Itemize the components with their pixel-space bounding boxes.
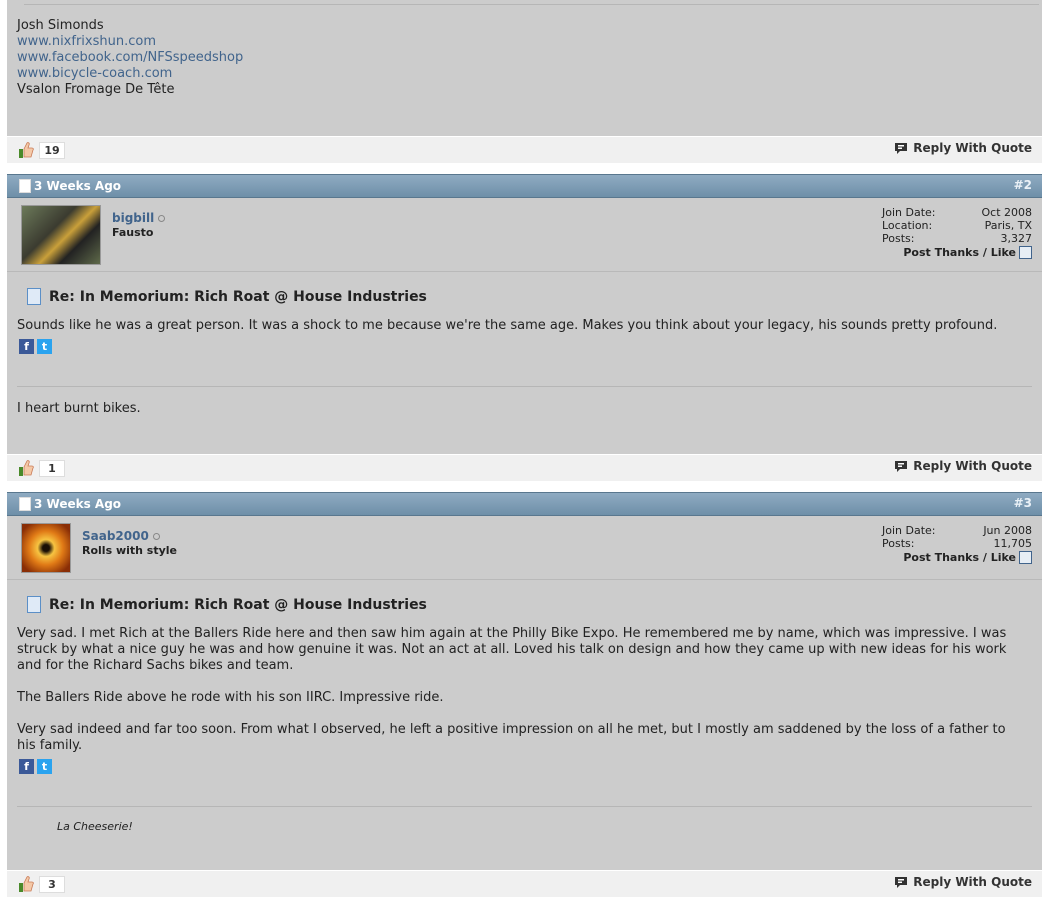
post-3-footer: 3 Reply With Quote [7,871,1042,897]
post-title-icon [27,288,41,305]
post-title-text: Re: In Memorium: Rich Roat @ House Indus… [49,288,427,305]
reply-label: Reply With Quote [913,459,1032,473]
post-thanks-like[interactable]: Post Thanks / Like [903,551,1032,564]
quote-bubble-icon [895,460,908,472]
post-paragraph: The Ballers Ride above he rode with his … [17,690,444,705]
signature-tagline: Vsalon Fromage De Tête [17,82,175,97]
facebook-share-icon[interactable]: f [19,759,34,774]
signature-text: La Cheeserie! [57,820,133,833]
signature-link-bicycle-coach[interactable]: www.bicycle-coach.com [17,66,243,82]
thumbs-up-icon[interactable] [17,875,35,893]
post-title: Re: In Memorium: Rich Roat @ House Indus… [27,288,427,305]
twitter-share-icon[interactable]: t [37,759,52,774]
user-stats: Join Date: Jun 2008 Posts: 11,705 [882,524,1032,550]
reply-with-quote-button[interactable]: Reply With Quote [894,141,1032,155]
collapse-up-icon[interactable] [1019,246,1032,259]
post-title-text: Re: In Memorium: Rich Roat @ House Indus… [49,596,427,613]
post-doc-icon [19,179,31,193]
post-3-body: Re: In Memorium: Rich Roat @ House Indus… [7,580,1042,870]
post-2-header: 3 Weeks Ago #2 [7,174,1042,198]
facebook-share-icon[interactable]: f [19,339,34,354]
avatar[interactable] [21,523,71,573]
post-date-text: 3 Weeks Ago [34,497,122,511]
post-paragraph: Very sad indeed and far too soon. From w… [17,722,1006,753]
like-count: 3 [39,876,65,893]
user-title: Rolls with style [82,544,178,557]
stat-label: Posts: [882,537,915,550]
post-thanks-label: Post Thanks / Like [903,551,1016,564]
signature-name: Josh Simonds [17,18,104,33]
post-date: 3 Weeks Ago [19,497,121,511]
post-thanks-label: Post Thanks / Like [903,246,1016,259]
stat-label: Join Date: [882,524,936,537]
like-count: 1 [39,460,65,477]
post-number-link[interactable]: #3 [1014,496,1032,510]
share-buttons: f t [19,759,52,774]
signature-divider [24,4,1039,5]
post-title-icon [27,596,41,613]
post-title: Re: In Memorium: Rich Roat @ House Indus… [27,596,427,613]
post-date-text: 3 Weeks Ago [34,179,122,193]
signature-link-nixfrixshun[interactable]: www.nixfrixshun.com [17,34,243,50]
username-link[interactable]: Saab2000 [82,529,160,543]
thumbs-up-icon[interactable] [17,141,35,159]
post-1-footer: 19 Reply With Quote [7,137,1042,163]
stat-label: Location: [882,219,933,232]
thumbs-up-icon[interactable] [17,459,35,477]
offline-status-icon [152,533,160,540]
stat-value: 3,327 [1000,232,1033,245]
post-paragraph: Very sad. I met Rich at the Ballers Ride… [17,626,1007,673]
stat-value: Paris, TX [984,219,1032,232]
signature-divider [17,806,1032,807]
stat-value: Jun 2008 [983,524,1032,537]
post-thanks-like[interactable]: Post Thanks / Like [903,246,1032,259]
share-buttons: f t [19,339,52,354]
offline-status-icon [158,215,166,222]
stat-label: Posts: [882,232,915,245]
thread-page: Josh Simonds www.nixfrixshun.com www.fac… [0,0,1051,908]
post-3-userinfo: Saab2000 Rolls with style Join Date: Jun … [7,516,1042,580]
reply-label: Reply With Quote [913,141,1032,155]
post-1-body: Josh Simonds www.nixfrixshun.com www.fac… [7,0,1042,136]
post-message: Very sad. I met Rich at the Ballers Ride… [17,626,1027,754]
post-doc-icon [19,497,31,511]
quote-bubble-icon [895,142,908,154]
reply-with-quote-button[interactable]: Reply With Quote [894,875,1032,889]
stat-label: Join Date: [882,206,936,219]
username-link[interactable]: bigbill [112,211,166,225]
post-date: 3 Weeks Ago [19,179,121,193]
avatar[interactable] [21,205,101,265]
user-title: Fausto [112,226,154,239]
post-number-link[interactable]: #2 [1014,178,1032,192]
reply-label: Reply With Quote [913,875,1032,889]
stat-value: 11,705 [993,537,1033,550]
user-stats: Join Date: Oct 2008 Location: Paris, TX Po… [882,206,1032,245]
signature-link-facebook[interactable]: www.facebook.com/NFSspeedshop [17,50,243,66]
username-text: Saab2000 [82,529,149,543]
reply-with-quote-button[interactable]: Reply With Quote [894,459,1032,473]
signature-text: I heart burnt bikes. [17,401,141,416]
stat-value: Oct 2008 [981,206,1032,219]
quote-bubble-icon [895,876,908,888]
twitter-share-icon[interactable]: t [37,339,52,354]
post-2-body: Re: In Memorium: Rich Roat @ House Indus… [7,272,1042,454]
like-count: 19 [39,142,65,159]
collapse-up-icon[interactable] [1019,551,1032,564]
post-message: Sounds like he was a great person. It wa… [17,318,998,333]
post-3-header: 3 Weeks Ago #3 [7,492,1042,516]
signature-divider [17,386,1032,387]
post-2-footer: 1 Reply With Quote [7,455,1042,481]
post-2-userinfo: bigbill Fausto Join Date: Oct 2008 Locati… [7,198,1042,272]
username-text: bigbill [112,211,155,225]
